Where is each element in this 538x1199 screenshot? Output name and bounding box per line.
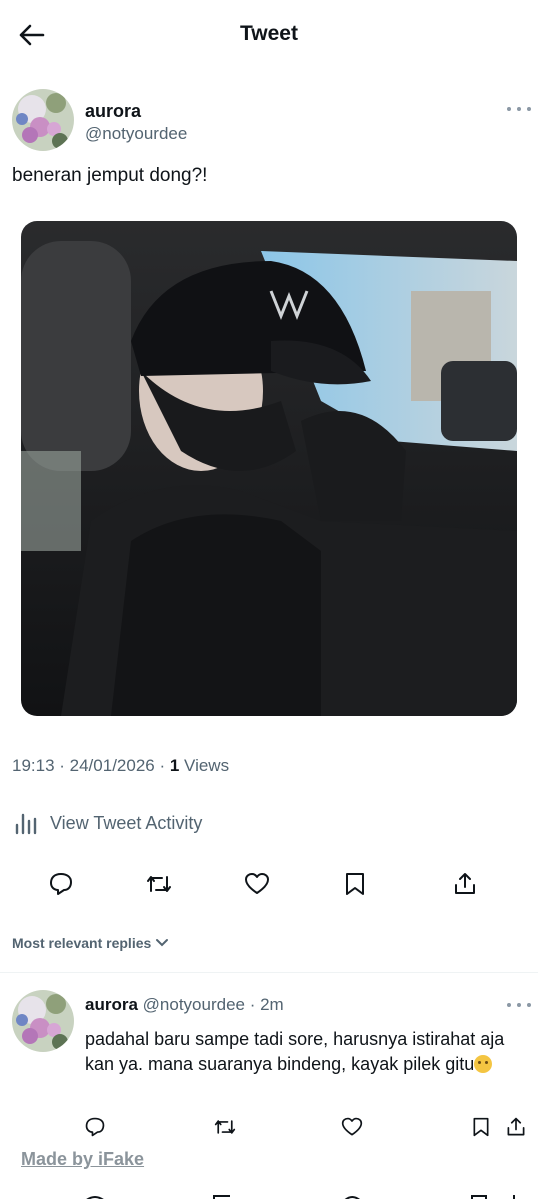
chevron-down-icon bbox=[156, 939, 169, 947]
top-bar: Tweet bbox=[0, 0, 538, 70]
author-name[interactable]: aurora bbox=[85, 101, 141, 122]
retweet-icon bbox=[214, 1120, 236, 1134]
views-count: 1 bbox=[169, 756, 180, 775]
tweet-time: 19:13 · 24/01/2026 · bbox=[12, 756, 170, 775]
tweet-actions bbox=[0, 866, 538, 902]
more-dot-icon bbox=[507, 1003, 511, 1007]
reply-share-button[interactable] bbox=[503, 1114, 529, 1140]
tweet-photo[interactable] bbox=[21, 221, 517, 716]
watermark-text: Made by iFake bbox=[21, 1149, 145, 1169]
reply-separator: · bbox=[244, 995, 261, 1014]
reply-icon bbox=[85, 1117, 105, 1137]
more-dot-icon bbox=[507, 107, 511, 111]
tweet-activity-link[interactable]: View Tweet Activity bbox=[14, 811, 202, 835]
reply-handle[interactable]: @notyourdee bbox=[143, 995, 245, 1014]
share-icon bbox=[455, 873, 475, 894]
reply-icon bbox=[50, 873, 72, 895]
reply-time: 2m bbox=[260, 995, 284, 1014]
share-button[interactable] bbox=[450, 869, 480, 899]
reply-actions bbox=[0, 1114, 538, 1140]
reply-retweet-button[interactable] bbox=[212, 1114, 238, 1140]
like-button[interactable] bbox=[242, 869, 272, 899]
bookmark-icon bbox=[346, 873, 364, 895]
bookmark-icon bbox=[473, 1117, 489, 1137]
reply-button[interactable] bbox=[46, 869, 76, 899]
like-icon bbox=[341, 1117, 363, 1136]
reply-text: padahal baru sampe tadi sore, harusnya i… bbox=[85, 1027, 515, 1077]
replies-sort-label: Most relevant replies bbox=[12, 935, 152, 951]
reply-more-options-button[interactable] bbox=[507, 999, 531, 1011]
crying-face-emoji-icon bbox=[474, 1055, 493, 1073]
reply-header: aurora @notyourdee · 2m bbox=[85, 995, 284, 1015]
reply-bookmark-button[interactable] bbox=[468, 1114, 494, 1140]
reply-avatar[interactable] bbox=[12, 990, 74, 1052]
analytics-icon bbox=[15, 813, 37, 835]
more-options-button[interactable] bbox=[507, 103, 531, 115]
replies-sort-dropdown[interactable]: Most relevant replies bbox=[12, 935, 169, 951]
reply-author-name[interactable]: aurora bbox=[85, 995, 138, 1014]
activity-label: View Tweet Activity bbox=[50, 812, 203, 833]
avatar[interactable] bbox=[12, 89, 74, 151]
views-label: Views bbox=[179, 756, 230, 775]
tweet-text: beneran jemput dong?! bbox=[12, 165, 208, 186]
reply-text-content: padahal baru sampe tadi sore, harusnya i… bbox=[85, 1029, 505, 1074]
like-icon bbox=[245, 873, 269, 894]
retweet-button[interactable] bbox=[144, 869, 174, 899]
author-handle[interactable]: @notyourdee bbox=[85, 124, 187, 144]
reply-like-button[interactable] bbox=[339, 1114, 365, 1140]
divider bbox=[0, 972, 538, 973]
page-title: Tweet bbox=[240, 22, 298, 45]
next-row-actions-clipped bbox=[0, 1190, 538, 1199]
tweet-timestamp: 19:13 · 24/01/2026 · 1 Views bbox=[12, 756, 229, 776]
bookmark-button[interactable] bbox=[340, 869, 370, 899]
share-icon bbox=[507, 1117, 525, 1136]
retweet-icon bbox=[147, 876, 171, 892]
reply-reply-button[interactable] bbox=[82, 1114, 108, 1140]
